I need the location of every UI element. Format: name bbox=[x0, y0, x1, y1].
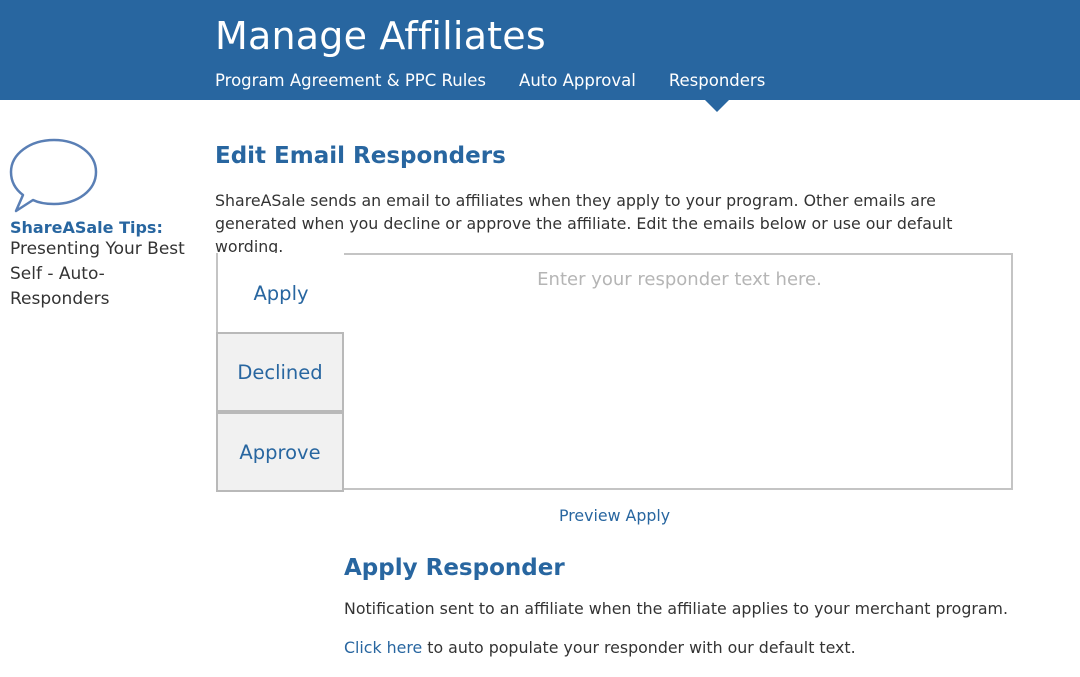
auto-populate-description: to auto populate your responder with our… bbox=[422, 638, 856, 657]
tips-heading[interactable]: ShareASale Tips: bbox=[10, 218, 198, 237]
tab-auto-approval[interactable]: Auto Approval bbox=[519, 71, 636, 90]
responder-text-input[interactable] bbox=[348, 255, 1011, 488]
responder-description: Notification sent to an affiliate when t… bbox=[344, 599, 1008, 618]
preview-apply-link[interactable]: Preview Apply bbox=[559, 506, 670, 525]
tips-panel: ShareASale Tips: Presenting Your Best Se… bbox=[8, 137, 198, 312]
responder-tab-approve[interactable]: Approve bbox=[216, 412, 344, 492]
header-nav: Program Agreement & PPC Rules Auto Appro… bbox=[215, 71, 765, 112]
responder-editor: Apply Declined Approve bbox=[216, 253, 1013, 492]
section-title: Edit Email Responders bbox=[215, 143, 506, 169]
tips-article-link[interactable]: Presenting Your Best Self - Auto-Respond… bbox=[10, 237, 195, 312]
auto-populate-text: Click here to auto populate your respond… bbox=[344, 638, 856, 657]
responder-tab-apply[interactable]: Apply bbox=[216, 253, 344, 333]
intro-text: ShareASale sends an email to affiliates … bbox=[215, 191, 953, 256]
click-here-link[interactable]: Click here bbox=[344, 638, 422, 657]
responder-tab-declined[interactable]: Declined bbox=[216, 332, 344, 412]
speech-bubble-icon bbox=[9, 138, 98, 213]
tab-program-agreement[interactable]: Program Agreement & PPC Rules bbox=[215, 71, 486, 90]
responder-title: Apply Responder bbox=[344, 555, 565, 581]
tab-responders[interactable]: Responders bbox=[669, 71, 765, 112]
page-header: Manage Affiliates Program Agreement & PP… bbox=[0, 0, 1080, 112]
page-title: Manage Affiliates bbox=[215, 14, 546, 58]
